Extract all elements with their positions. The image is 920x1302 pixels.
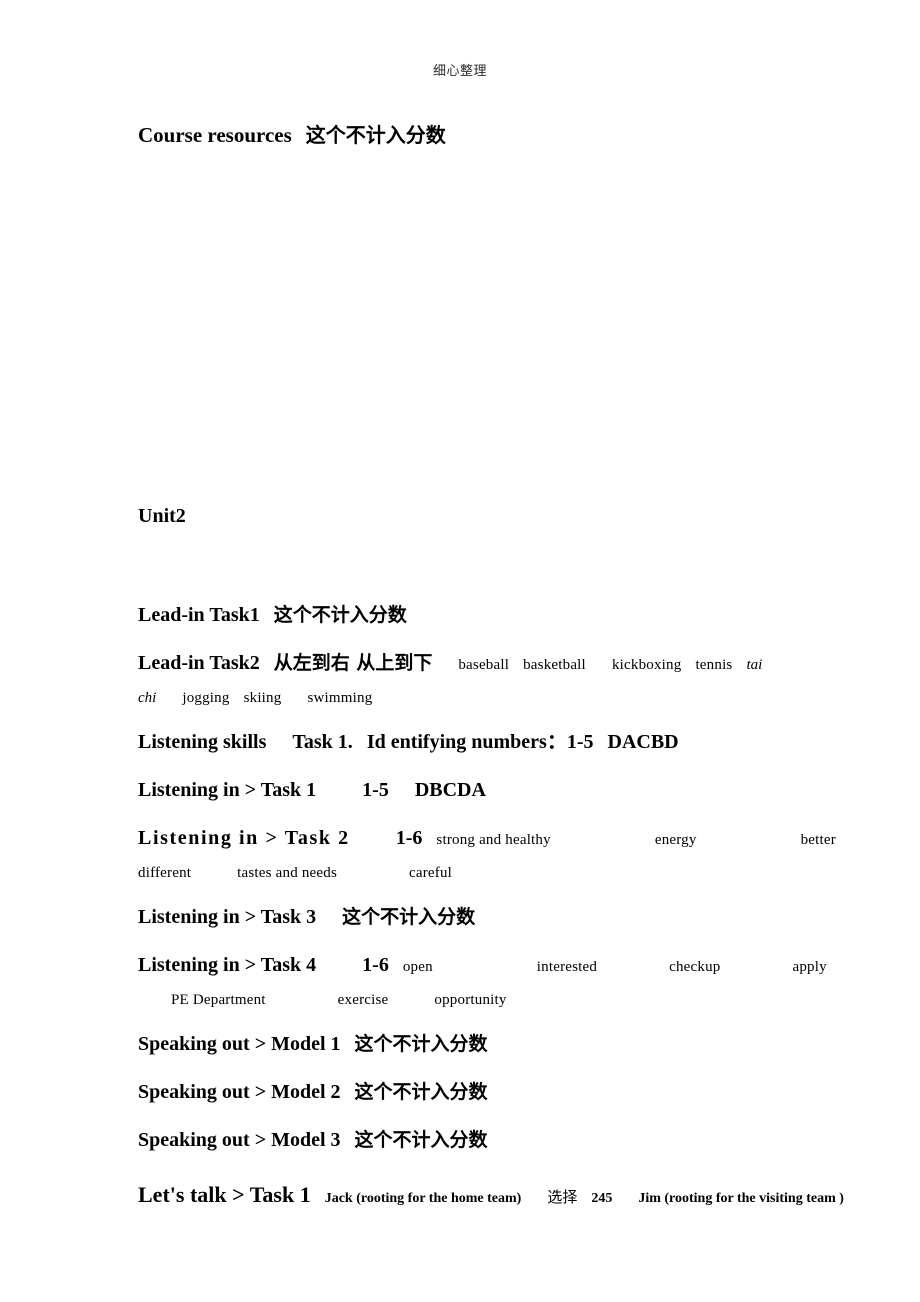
speaking-out-model1-label: Speaking out > Model 1 — [138, 1033, 341, 1055]
lead-in-task2-answer-4: tennis — [695, 657, 733, 673]
running-header-text: 细心整理 — [432, 63, 487, 78]
speaking-out-model2-row: Speaking out > Model 2 这个不计入分数 — [138, 1077, 810, 1108]
listening-in-task4-label: Listening in > Task 4 — [138, 954, 317, 976]
listening-in-task4-answer-2: interested — [536, 959, 598, 975]
listening-in-task3-note: 这个不计入分数 — [342, 906, 476, 928]
lead-in-task2-answer-5a: tai — [746, 657, 763, 673]
lead-in-task2-answer-8: swimming — [307, 690, 373, 706]
listening-in-task2-row: Listening in > Task 2 1-6 strong and healt… — [138, 823, 836, 856]
lead-in-task2-answer-3: kickboxing — [611, 657, 682, 673]
course-resources-note: 这个不计入分数 — [305, 123, 446, 147]
speaking-out-model1-row: Speaking out > Model 1 这个不计入分数 — [138, 1029, 810, 1060]
unit-label: Unit2 — [138, 505, 186, 527]
listening-in-task2-row-continued: different tastes and needs careful — [138, 858, 810, 888]
listening-in-task2-answer-5: tastes and needs — [237, 865, 338, 881]
document-page: 细心整理 Course resources 这个不计入分数 Unit2 Lead-… — [0, 0, 920, 1302]
listening-in-task2-label: Listening in > Task 2 — [138, 827, 350, 849]
unit-spacer — [138, 530, 810, 600]
listening-in-task4-answer-5: PE Department — [171, 992, 266, 1008]
speaking-out-model1-note: 这个不计入分数 — [354, 1033, 488, 1055]
listening-in-task1-range: 1-5 — [362, 779, 389, 801]
listening-in-task3-row: Listening in > Task 3 这个不计入分数 — [138, 902, 810, 933]
lead-in-task2-answer-2: basketball — [523, 657, 586, 673]
listening-skills-row: Listening skills Task 1. Id entifying numb… — [138, 727, 810, 758]
listening-in-task1-label: Listening in > Task 1 — [138, 779, 317, 801]
unit-heading: Unit2 — [138, 502, 810, 530]
listening-skills-topic: Id entifying numbers： — [366, 731, 567, 753]
listening-in-task4-row: Listening in > Task 4 1-6 open interested ch… — [138, 950, 827, 983]
lead-in-task1-label: Lead-in Task1 — [138, 604, 260, 626]
listening-in-task1-row: Listening in > Task 1 1-5 DBCDA — [138, 775, 810, 806]
listening-in-task2-answer-6: careful — [409, 865, 453, 881]
listening-skills-range: 1-5 — [566, 731, 594, 753]
lead-in-task1-row: Lead-in Task1 这个不计入分数 — [138, 600, 810, 631]
listening-in-task4-answer-6: exercise — [337, 992, 389, 1008]
listening-skills-label: Listening skills — [138, 731, 267, 753]
listening-in-task3-label: Listening in > Task 3 — [138, 906, 317, 928]
listening-skills-task: Task 1. — [292, 731, 353, 753]
speaking-out-model3-row: Speaking out > Model 3 这个不计入分数 — [138, 1125, 810, 1156]
lets-talk-task1-row: Let's talk > Task 1 Jack (rooting for the… — [138, 1179, 844, 1214]
lets-talk-task1-choose-note: 选择 — [547, 1188, 578, 1206]
lead-in-task2-answer-6: jogging — [182, 690, 230, 706]
course-resources-label: Course resources — [138, 123, 292, 147]
lead-in-task2-row: Lead-in Task2 从左到右 从上到下 baseball basketball… — [138, 648, 810, 681]
lets-talk-task1-answer-2: Jim (rooting for the visiting team ) — [638, 1191, 844, 1206]
course-resources-heading: Course resources 这个不计入分数 — [138, 120, 810, 150]
blank-region — [138, 150, 810, 502]
listening-in-task4-answer-7: opportunity — [434, 992, 507, 1008]
lead-in-task2-order-note: 从左到右 从上到下 — [273, 652, 433, 674]
listening-in-task4-range: 1-6 — [362, 954, 389, 976]
listening-in-task4-row-continued: PE Department exercise opportunity — [138, 985, 810, 1015]
listening-skills-answers: DACBD — [607, 731, 679, 753]
speaking-out-model3-note: 这个不计入分数 — [354, 1129, 488, 1151]
listening-in-task2-answer-2: energy — [654, 832, 697, 848]
listening-in-task2-answer-3: better — [800, 832, 836, 848]
speaking-out-model2-note: 这个不计入分数 — [354, 1081, 488, 1103]
lets-talk-task1-choice-numbers: 245 — [591, 1191, 613, 1206]
lead-in-task2-answer-5b: chi — [138, 690, 157, 706]
lead-in-task1-note: 这个不计入分数 — [273, 604, 407, 626]
lets-talk-task1-label: Let's talk > Task 1 — [138, 1182, 311, 1207]
listening-in-task2-answer-4: different — [138, 865, 192, 881]
document-body: Course resources 这个不计入分数 Unit2 Lead-in Ta… — [138, 120, 844, 1214]
lead-in-task2-label: Lead-in Task2 — [138, 652, 260, 674]
listening-in-task2-range: 1-6 — [395, 827, 423, 849]
listening-in-task4-answer-4: apply — [792, 959, 827, 975]
speaking-out-model3-label: Speaking out > Model 3 — [138, 1129, 341, 1151]
listening-in-task1-answers: DBCDA — [414, 779, 486, 801]
running-header: 细心整理 — [0, 62, 920, 80]
listening-in-task2-answer-1: strong and healthy — [436, 832, 551, 848]
listening-in-task4-answer-1: open — [402, 959, 433, 975]
listening-in-task4-answer-3: checkup — [669, 959, 721, 975]
lets-talk-task1-answer-1: Jack (rooting for the home team) — [324, 1191, 522, 1206]
lead-in-task2-answer-7: skiing — [243, 690, 282, 706]
speaking-out-model2-label: Speaking out > Model 2 — [138, 1081, 341, 1103]
lead-in-task2-row-continued: chi jogging skiing swimming — [138, 683, 810, 713]
lead-in-task2-answer-1: baseball — [458, 657, 510, 673]
